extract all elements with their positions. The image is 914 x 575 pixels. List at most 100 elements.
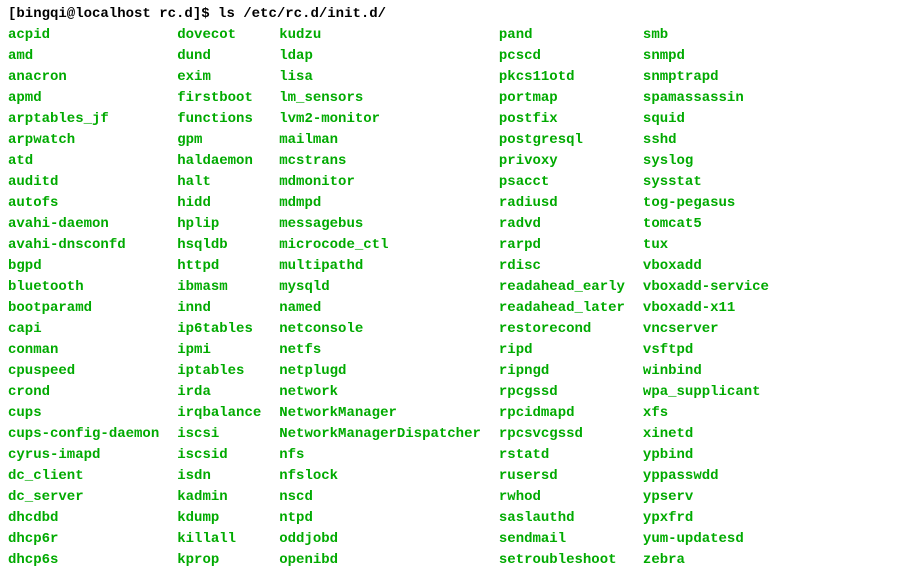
list-item: isdn [177, 466, 261, 487]
list-item: exim [177, 67, 261, 88]
list-item: vsftpd [643, 340, 769, 361]
list-item: network [279, 382, 481, 403]
list-item: innd [177, 298, 261, 319]
list-item: sendmail [499, 529, 625, 550]
list-item: readahead_later [499, 298, 625, 319]
list-item: iptables [177, 361, 261, 382]
list-item: sysstat [643, 172, 769, 193]
list-item: gpm [177, 130, 261, 151]
list-item: hsqldb [177, 235, 261, 256]
list-item: arptables_jf [8, 109, 159, 130]
list-item: NetworkManager [279, 403, 481, 424]
list-item: vncserver [643, 319, 769, 340]
list-item: squid [643, 109, 769, 130]
list-item: dovecot [177, 25, 261, 46]
list-item: kdump [177, 508, 261, 529]
list-item: nscd [279, 487, 481, 508]
list-item: smb [643, 25, 769, 46]
list-item: bgpd [8, 256, 159, 277]
list-item: netfs [279, 340, 481, 361]
list-item: iscsid [177, 445, 261, 466]
list-item: mdmpd [279, 193, 481, 214]
list-item: kudzu [279, 25, 481, 46]
list-item: postfix [499, 109, 625, 130]
list-item: rpcidmapd [499, 403, 625, 424]
list-item: mailman [279, 130, 481, 151]
list-item: xinetd [643, 424, 769, 445]
list-item: auditd [8, 172, 159, 193]
list-item: winbind [643, 361, 769, 382]
list-item: amd [8, 46, 159, 67]
list-item: ypserv [643, 487, 769, 508]
list-item: arpwatch [8, 130, 159, 151]
list-item: rusersd [499, 466, 625, 487]
list-item: privoxy [499, 151, 625, 172]
list-item: multipathd [279, 256, 481, 277]
list-item: dc_server [8, 487, 159, 508]
list-item: ripngd [499, 361, 625, 382]
list-item: haldaemon [177, 151, 261, 172]
list-item: messagebus [279, 214, 481, 235]
list-item: restorecond [499, 319, 625, 340]
listing-column-4: smb snmpd snmptrapd spamassassin squid s… [643, 25, 769, 571]
list-item: spamassassin [643, 88, 769, 109]
list-item: cups-config-daemon [8, 424, 159, 445]
list-item: postgresql [499, 130, 625, 151]
list-item: dc_client [8, 466, 159, 487]
list-item: nfslock [279, 466, 481, 487]
list-item: xfs [643, 403, 769, 424]
list-item: killall [177, 529, 261, 550]
list-item: pcscd [499, 46, 625, 67]
list-item: firstboot [177, 88, 261, 109]
list-item: rstatd [499, 445, 625, 466]
list-item: vboxadd-x11 [643, 298, 769, 319]
list-item: cpuspeed [8, 361, 159, 382]
list-item: dhcp6s [8, 550, 159, 571]
list-item: rpcgssd [499, 382, 625, 403]
list-item: wpa_supplicant [643, 382, 769, 403]
list-item: portmap [499, 88, 625, 109]
prompt-user-host: [bingqi@localhost rc.d] [8, 6, 201, 22]
list-item: cyrus-imapd [8, 445, 159, 466]
list-item: irqbalance [177, 403, 261, 424]
list-item: ripd [499, 340, 625, 361]
list-item: ibmasm [177, 277, 261, 298]
list-item: iscsi [177, 424, 261, 445]
listing-column-1: dovecot dund exim firstboot functions gp… [177, 25, 261, 571]
list-item: setroubleshoot [499, 550, 625, 571]
list-item: psacct [499, 172, 625, 193]
command-text: ls /etc/rc.d/init.d/ [218, 6, 386, 22]
prompt-dollar: $ [201, 6, 209, 22]
list-item: ypbind [643, 445, 769, 466]
list-item: crond [8, 382, 159, 403]
list-item: netplugd [279, 361, 481, 382]
list-item: snmpd [643, 46, 769, 67]
list-item: capi [8, 319, 159, 340]
list-item: httpd [177, 256, 261, 277]
list-item: lisa [279, 67, 481, 88]
list-item: bluetooth [8, 277, 159, 298]
list-item: radiusd [499, 193, 625, 214]
list-item: apmd [8, 88, 159, 109]
list-item: NetworkManagerDispatcher [279, 424, 481, 445]
list-item: nfs [279, 445, 481, 466]
list-item: zebra [643, 550, 769, 571]
list-item: lvm2-monitor [279, 109, 481, 130]
list-item: ntpd [279, 508, 481, 529]
list-item: dhcdbd [8, 508, 159, 529]
listing-column-0: acpid amd anacron apmd arptables_jf arpw… [8, 25, 159, 571]
list-item: conman [8, 340, 159, 361]
list-item: snmptrapd [643, 67, 769, 88]
list-item: irda [177, 382, 261, 403]
listing-column-3: pand pcscd pkcs11otd portmap postfix pos… [499, 25, 625, 571]
directory-listing: acpid amd anacron apmd arptables_jf arpw… [8, 25, 906, 571]
list-item: atd [8, 151, 159, 172]
list-item: tog-pegasus [643, 193, 769, 214]
list-item: rwhod [499, 487, 625, 508]
list-item: sshd [643, 130, 769, 151]
list-item: functions [177, 109, 261, 130]
list-item: readahead_early [499, 277, 625, 298]
list-item: ypxfrd [643, 508, 769, 529]
list-item: anacron [8, 67, 159, 88]
list-item: vboxadd-service [643, 277, 769, 298]
